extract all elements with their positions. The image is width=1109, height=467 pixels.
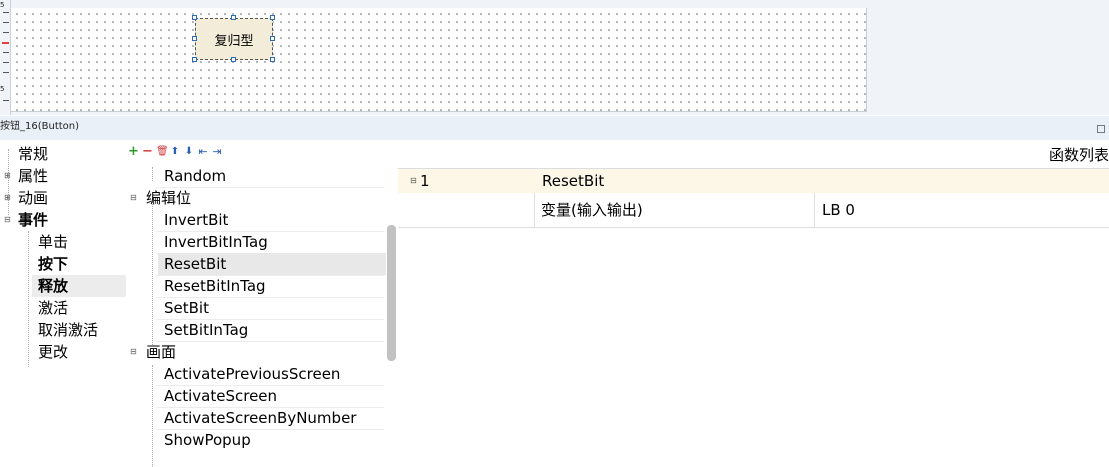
function-item[interactable]: ActivateScreenByNumber: [164, 407, 356, 429]
parameter-value[interactable]: LB 0: [822, 198, 855, 222]
ruler-tick: [3, 12, 9, 13]
resize-handle[interactable]: [231, 57, 236, 62]
function-item[interactable]: Random: [164, 165, 226, 187]
properties-title: 按钮_16(Button): [0, 121, 80, 132]
add-icon[interactable]: +: [128, 145, 139, 159]
collapse-icon[interactable]: ⊟: [4, 209, 11, 231]
function-row-name: ResetBit: [542, 172, 605, 190]
parameter-row[interactable]: 变量(输入输出) LB 0: [398, 193, 1109, 228]
event-change[interactable]: 更改: [38, 341, 68, 363]
expand-icon[interactable]: ⊞: [4, 187, 11, 209]
event-press[interactable]: 按下: [38, 253, 68, 275]
ruler-tick: [3, 62, 9, 63]
properties-titlebar: 按钮_16(Button): [0, 116, 1109, 140]
function-item[interactable]: ShowPopup: [164, 429, 251, 451]
ruler-tick: [3, 22, 9, 23]
canvas-button-label: 复归型: [214, 33, 254, 49]
column-divider: [534, 193, 535, 227]
collapse-icon[interactable]: ⊟: [130, 187, 137, 209]
function-row[interactable]: ⊟ 1 ResetBit: [398, 168, 1109, 194]
ruler-tick: [3, 32, 9, 33]
function-row-index: 1: [420, 172, 430, 190]
function-item[interactable]: ActivatePreviousScreen: [164, 363, 340, 385]
resize-handle[interactable]: [192, 57, 197, 62]
ruler-tick: [3, 100, 9, 101]
remove-icon[interactable]: −: [142, 145, 153, 159]
design-grid[interactable]: [11, 8, 867, 112]
function-item-selected[interactable]: ResetBit: [158, 253, 386, 275]
function-toolbar: + − 🗑 ⬆ ⬇ ⇤ ⇥: [128, 143, 222, 161]
function-item[interactable]: SetBit: [164, 297, 209, 319]
resize-handle[interactable]: [270, 57, 275, 62]
row-separator: [156, 341, 384, 342]
category-animation[interactable]: 动画: [18, 187, 48, 209]
ruler-tick: [3, 52, 9, 53]
function-item[interactable]: SetBitInTag: [164, 319, 248, 341]
move-up-icon[interactable]: ⬆: [170, 145, 180, 159]
function-item[interactable]: ActivateScreen: [164, 385, 277, 407]
tree-connector: [152, 201, 153, 345]
ruler-label: 5: [0, 85, 5, 93]
expand-icon[interactable]: ⊞: [4, 165, 11, 187]
tree-connector: [28, 231, 29, 367]
resize-handle[interactable]: [270, 15, 275, 20]
category-tree: 常规 ⊞ 属性 ⊞ 动画 ⊟ 事件 单击 按下 释放 激活 取消激活 更改: [0, 143, 126, 467]
event-deactivate[interactable]: 取消激活: [38, 319, 98, 341]
move-down-icon[interactable]: ⬇: [184, 145, 194, 159]
function-item[interactable]: ResetBitInTag: [164, 275, 266, 297]
resize-handle[interactable]: [231, 15, 236, 20]
event-activate[interactable]: 激活: [38, 297, 68, 319]
function-list-panel: + − 🗑 ⬆ ⬇ ⇤ ⇥ Random ⊟ 编辑位 InvertBit Inv…: [126, 143, 398, 467]
canvas-button-widget[interactable]: 复归型: [195, 18, 273, 60]
delete-icon[interactable]: 🗑: [156, 145, 169, 159]
event-release[interactable]: 释放: [32, 275, 126, 297]
resize-handle[interactable]: [270, 36, 275, 41]
category-properties[interactable]: 属性: [18, 165, 48, 187]
function-group[interactable]: 画面: [146, 341, 176, 363]
tree-connector: [152, 365, 153, 467]
ruler-position-marker: [2, 42, 9, 44]
function-group[interactable]: 编辑位: [146, 187, 191, 209]
design-canvas-area: 5 5 复归型: [0, 0, 1109, 115]
ruler-label: 5: [0, 1, 5, 9]
column-divider: [814, 193, 815, 227]
tree-connector: [152, 167, 153, 181]
indent-icon[interactable]: ⇤: [198, 145, 208, 159]
resize-handle[interactable]: [192, 36, 197, 41]
function-list-title: 函数列表: [1048, 146, 1109, 164]
function-list-scrollbar[interactable]: [387, 225, 396, 361]
function-item[interactable]: InvertBit: [164, 209, 228, 231]
function-grid-panel: 函数列表 ⊟ 1 ResetBit 变量(输入输出) LB 0: [398, 143, 1109, 467]
ruler-tick: [3, 72, 9, 73]
category-events[interactable]: 事件: [18, 209, 48, 231]
function-item[interactable]: InvertBitInTag: [164, 231, 268, 253]
collapse-icon[interactable]: ⊟: [130, 341, 137, 363]
event-click[interactable]: 单击: [38, 231, 68, 253]
vertical-ruler: 5 5: [0, 0, 11, 115]
parameter-name: 变量(输入输出): [541, 201, 643, 219]
resize-handle[interactable]: [192, 15, 197, 20]
category-general[interactable]: 常规: [18, 143, 48, 165]
collapse-icon[interactable]: ⊟: [410, 169, 417, 193]
outdent-icon[interactable]: ⇥: [212, 145, 222, 159]
restore-window-icon[interactable]: [1097, 125, 1105, 133]
